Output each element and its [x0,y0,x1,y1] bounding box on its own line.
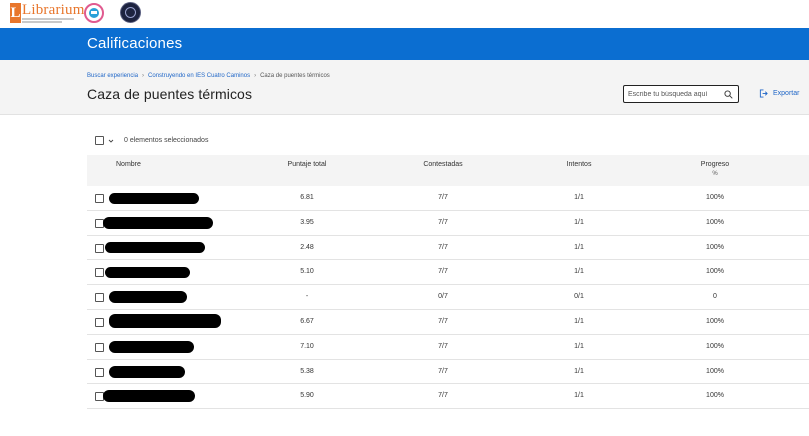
score-cell: 5.90 [300,392,314,400]
attempts-cell: 1/1 [574,317,584,325]
selection-count: 0 elementos seleccionados [124,137,209,144]
table-row[interactable]: 7.10 7/7 1/1 100% [87,335,809,360]
breadcrumb-separator-icon: › [254,73,257,79]
answered-cell: 7/7 [438,317,448,325]
progress-cell: 100% [706,317,724,325]
librarium-logo[interactable]: L Librarium [10,3,85,25]
redacted-name [105,267,190,279]
breadcrumb-link-construyendo[interactable]: Construyendo en IES Cuatro Caminos [148,73,250,79]
table-row[interactable]: 5.10 7/7 1/1 100% [87,260,809,286]
chevron-down-icon[interactable] [108,138,114,144]
attempts-cell: 1/1 [574,342,584,350]
score-cell: 5.10 [300,268,314,276]
redacted-name [105,241,205,253]
logo-bar: L Librarium [0,0,809,28]
logo-tagline-mark [22,21,62,23]
table-row[interactable]: 3.95 7/7 1/1 100% [87,211,809,236]
row-checkbox[interactable] [95,293,104,303]
table-row[interactable]: - 0/7 0/1 0 [87,285,809,310]
redacted-name [109,313,221,328]
answered-cell: 7/7 [438,268,448,276]
answered-cell: 7/7 [438,367,448,375]
export-label: Exportar [773,90,800,97]
row-checkbox[interactable] [95,342,104,352]
export-icon [759,89,768,98]
progress-cell: 100% [706,194,724,201]
score-cell: 2.48 [300,243,314,251]
attempts-cell: 1/1 [574,268,584,276]
column-header-name[interactable]: Nombre [116,161,141,168]
table-body: 6.81 7/7 1/1 100% 3.95 7/7 1/1 100% 2.48… [87,186,809,410]
progress-cell: 100% [706,342,724,350]
score-cell: 6.67 [300,317,314,325]
redacted-name [109,291,187,304]
table-row[interactable]: 6.67 7/7 1/1 100% [87,310,809,335]
column-header-score[interactable]: Puntaje total [267,161,347,168]
table-row[interactable]: 5.90 7/7 1/1 100% [87,384,809,410]
answered-cell: 7/7 [438,218,448,226]
answered-cell: 7/7 [438,194,448,201]
app-header: Calificaciones [0,28,809,60]
attempts-cell: 1/1 [574,243,584,251]
bulk-select-bar: 0 elementos seleccionados [95,136,208,145]
export-button[interactable]: Exportar [759,89,799,98]
table-row[interactable]: 2.48 7/7 1/1 100% [87,236,809,261]
select-all-checkbox[interactable] [95,136,104,145]
search-input[interactable] [628,89,723,100]
page-title: Caza de puentes térmicos [87,86,253,102]
partner-logo-badge[interactable] [84,3,104,23]
attempts-cell: 0/1 [574,293,584,301]
column-header-answered[interactable]: Contestadas [403,161,483,168]
score-cell: - [305,293,309,301]
attempts-cell: 1/1 [574,218,584,226]
score-cell: 6.81 [300,194,314,201]
breadcrumb-link-buscar[interactable]: Buscar experiencia [87,73,138,79]
search-box[interactable] [623,85,739,103]
breadcrumb: Buscar experiencia › Construyendo en IES… [87,73,330,79]
column-header-attempts[interactable]: Intentos [539,161,619,168]
progress-cell: 100% [706,218,724,226]
row-checkbox[interactable] [95,268,104,278]
breadcrumb-separator-icon: › [142,73,145,79]
redacted-name [103,390,195,403]
table-row[interactable]: 6.81 7/7 1/1 100% [87,186,809,211]
progress-cell: 100% [706,367,724,375]
page-header: Buscar experiencia › Construyendo en IES… [0,60,809,115]
redacted-name [109,340,194,353]
school-logo-badge[interactable] [120,2,141,23]
librarium-logo-letter: L [10,3,21,23]
answered-cell: 7/7 [438,243,448,251]
attempts-cell: 1/1 [574,367,584,375]
librarium-logo-word: Librarium [22,2,85,18]
header-title: Calificaciones [87,35,183,52]
progress-cell: 100% [706,268,724,276]
search-icon[interactable] [724,90,733,99]
redacted-name [109,365,185,378]
score-cell: 7.10 [300,342,314,350]
row-checkbox[interactable] [95,194,104,203]
table-header: Nombre Puntaje total Contestadas Intento… [87,155,809,186]
logo-tagline-mark [22,18,74,20]
table-row[interactable]: 5.38 7/7 1/1 100% [87,360,809,385]
row-checkbox[interactable] [95,317,104,327]
progress-cell: 0 [713,293,717,301]
attempts-cell: 1/1 [574,392,584,400]
column-header-progress-unit: % [712,171,718,177]
breadcrumb-current: Caza de puentes térmicos [260,73,330,79]
progress-cell: 100% [706,392,724,400]
score-cell: 5.38 [300,367,314,375]
answered-cell: 7/7 [438,392,448,400]
progress-cell: 100% [706,243,724,251]
column-header-progress[interactable]: Progreso [675,161,755,168]
answered-cell: 0/7 [438,293,448,301]
redacted-name [109,193,199,204]
attempts-cell: 1/1 [574,194,584,201]
row-checkbox[interactable] [95,367,104,377]
row-checkbox[interactable] [95,243,104,253]
answered-cell: 7/7 [438,342,448,350]
redacted-name [103,216,213,229]
score-cell: 3.95 [300,218,314,226]
